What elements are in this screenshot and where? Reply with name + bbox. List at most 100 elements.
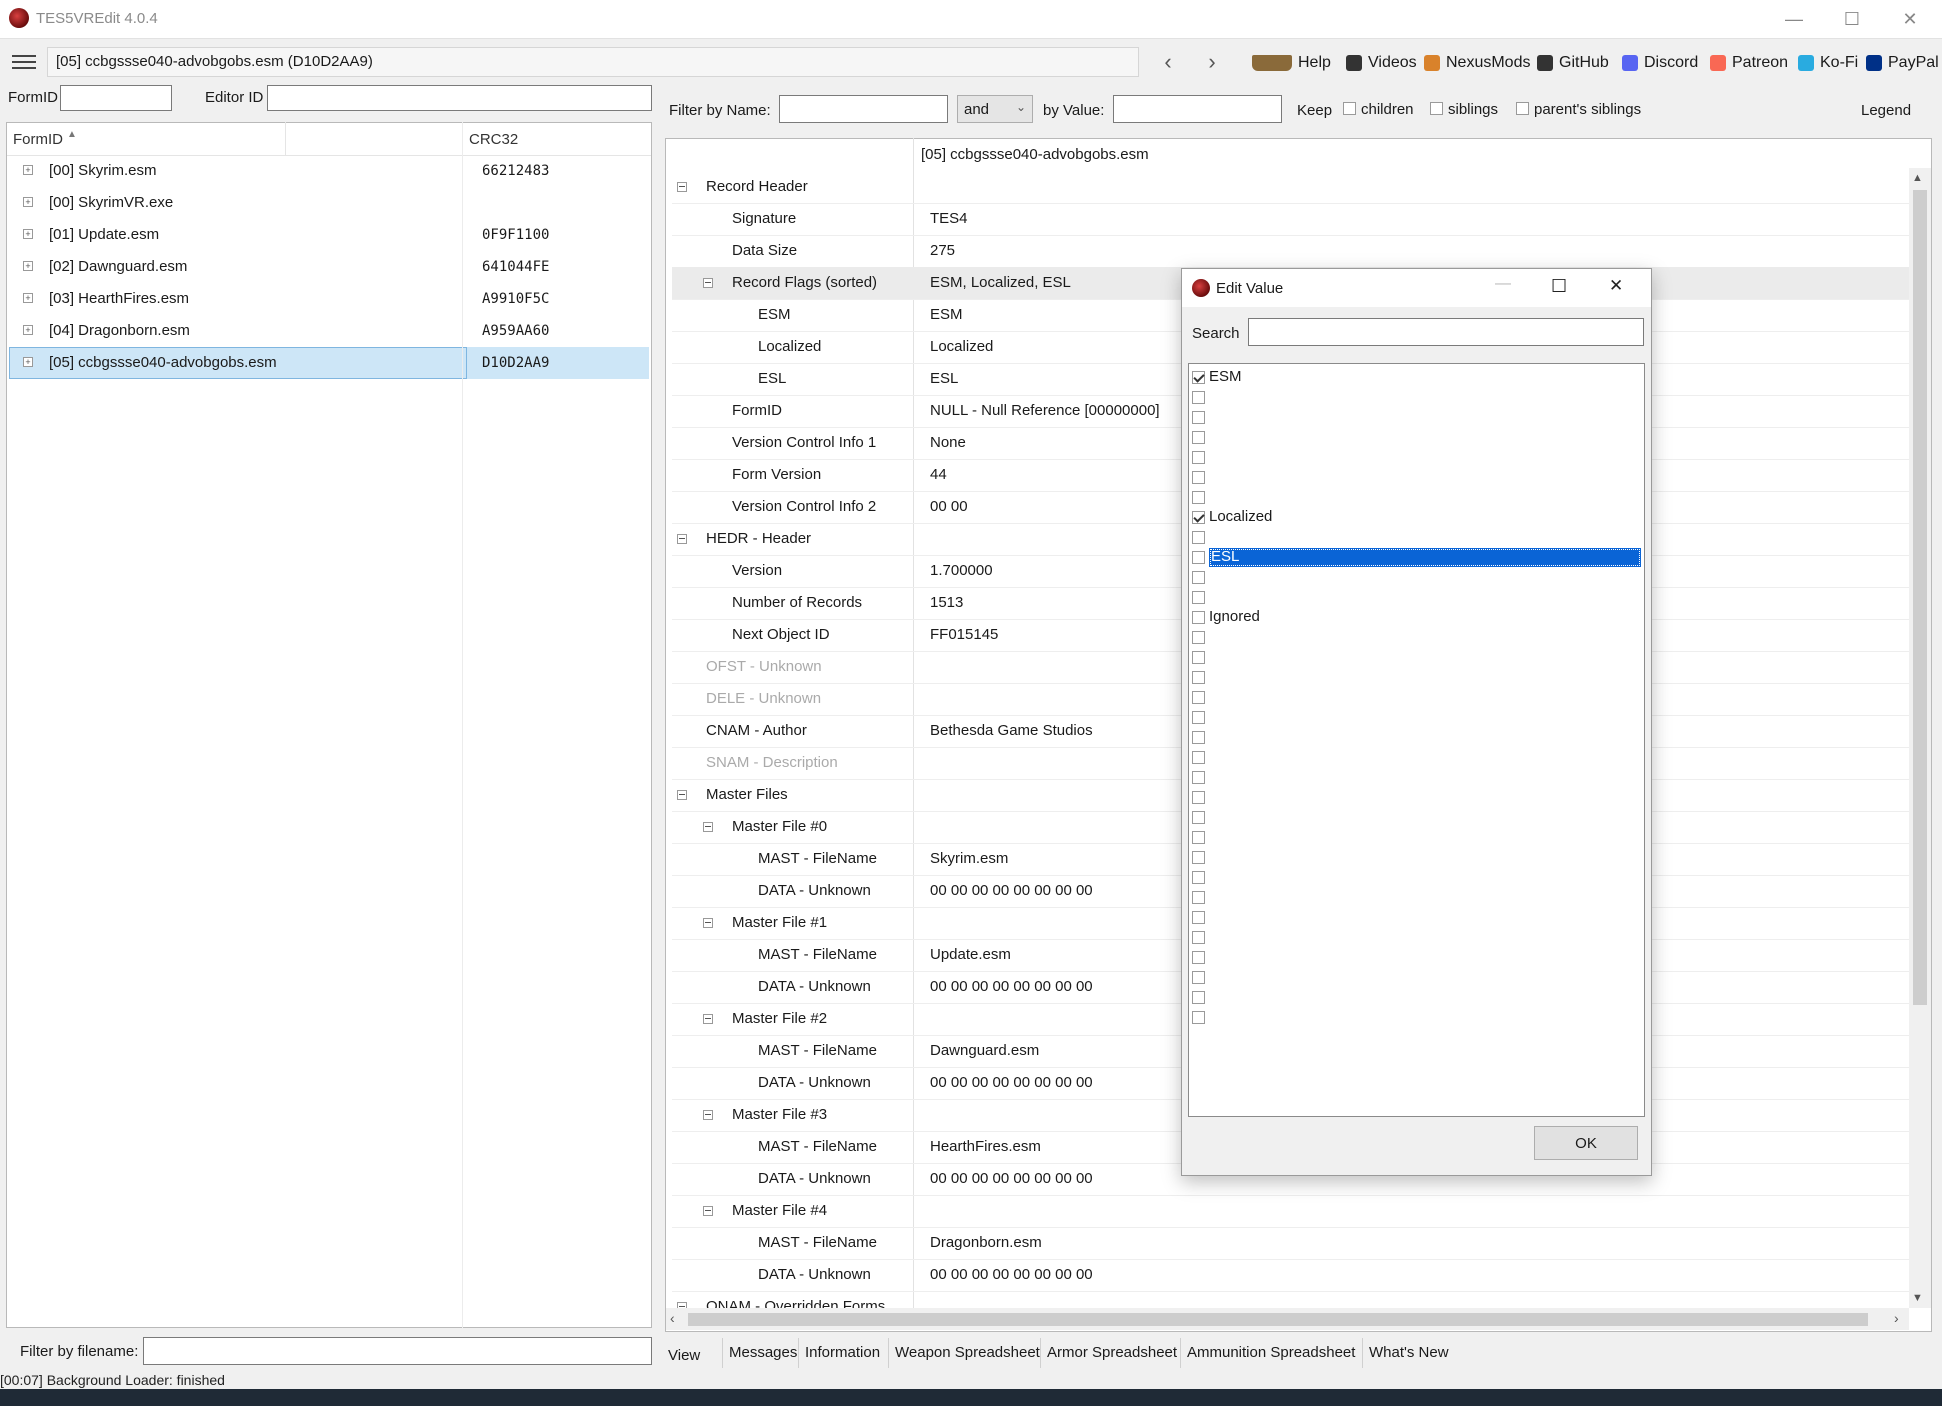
collapse-icon[interactable] xyxy=(703,1206,713,1216)
close-icon[interactable]: ✕ xyxy=(1881,0,1939,38)
flag-checkbox[interactable] xyxy=(1192,611,1205,624)
flag-checkbox[interactable] xyxy=(1192,391,1205,404)
horizontal-scroll-thumb[interactable] xyxy=(688,1313,1868,1326)
flag-checkbox[interactable] xyxy=(1192,631,1205,644)
flag-checkbox[interactable] xyxy=(1192,831,1205,844)
record-row[interactable]: Signature TES4 xyxy=(672,203,1909,236)
collapse-icon[interactable] xyxy=(677,182,687,192)
flag-checkbox[interactable] xyxy=(1192,731,1205,744)
record-row[interactable]: DATA - Unknown 00 00 00 00 00 00 00 00 xyxy=(672,1259,1909,1292)
file-row[interactable]: + [03] HearthFires.esm A9910F5C xyxy=(9,283,649,315)
scroll-right-icon[interactable]: › xyxy=(1894,1310,1899,1326)
collapse-icon[interactable] xyxy=(703,822,713,832)
flag-checkbox[interactable] xyxy=(1192,431,1205,444)
flag-checkbox[interactable] xyxy=(1192,1011,1205,1024)
flag-checkbox[interactable] xyxy=(1192,891,1205,904)
minimize-icon[interactable]: — xyxy=(1495,275,1511,293)
tab-armor-spreadsheet[interactable]: Armor Spreadsheet xyxy=(1040,1338,1183,1368)
scroll-left-icon[interactable]: ‹ xyxy=(670,1310,675,1326)
expand-icon[interactable]: + xyxy=(23,165,33,175)
collapse-icon[interactable] xyxy=(677,790,687,800)
tab-ammunition-spreadsheet[interactable]: Ammunition Spreadsheet xyxy=(1180,1338,1361,1368)
filter-operator-select[interactable]: and ⌄ xyxy=(957,95,1033,123)
forward-arrow-icon[interactable]: › xyxy=(1194,46,1230,78)
minimize-icon[interactable]: — xyxy=(1765,0,1823,38)
tab-information[interactable]: Information xyxy=(798,1338,886,1368)
toolbar-link-patreon[interactable]: Patreon xyxy=(1710,52,1788,74)
file-row[interactable]: + [00] SkyrimVR.exe xyxy=(9,187,649,219)
keep-parents-siblings-checkbox[interactable] xyxy=(1516,102,1529,115)
flag-label[interactable]: Localized xyxy=(1209,508,1272,525)
back-arrow-icon[interactable]: ‹ xyxy=(1150,46,1186,78)
collapse-icon[interactable] xyxy=(703,278,713,288)
toolbar-link-discord[interactable]: Discord xyxy=(1622,52,1698,74)
tab-what-s-new[interactable]: What's New xyxy=(1362,1338,1455,1368)
expand-icon[interactable]: + xyxy=(23,325,33,335)
collapse-icon[interactable] xyxy=(677,534,687,544)
maximize-icon[interactable]: ☐ xyxy=(1551,276,1567,297)
tab-weapon-spreadsheet[interactable]: Weapon Spreadsheet xyxy=(888,1338,1046,1368)
flag-checkbox[interactable] xyxy=(1192,591,1205,604)
flag-checkbox[interactable] xyxy=(1192,911,1205,924)
filter-value-input[interactable] xyxy=(1113,95,1282,123)
flag-checkbox[interactable] xyxy=(1192,371,1205,384)
expand-icon[interactable]: + xyxy=(23,357,33,367)
flag-checkbox[interactable] xyxy=(1192,931,1205,944)
toolbar-link-github[interactable]: GitHub xyxy=(1537,52,1609,74)
toolbar-link-nexusmods[interactable]: NexusMods xyxy=(1424,52,1530,74)
file-row[interactable]: + [01] Update.esm 0F9F1100 xyxy=(9,219,649,251)
editorid-input[interactable] xyxy=(267,85,652,111)
expand-icon[interactable]: + xyxy=(23,293,33,303)
record-row[interactable]: Data Size 275 xyxy=(672,235,1909,268)
legend-button[interactable]: Legend xyxy=(1861,102,1911,119)
record-row[interactable]: Record Header xyxy=(672,171,1909,204)
flags-checklist[interactable]: ESM Localized ESL Ignored xyxy=(1188,363,1645,1117)
column-divider[interactable] xyxy=(462,122,463,1328)
flag-checkbox[interactable] xyxy=(1192,991,1205,1004)
toolbar-link-videos[interactable]: Videos xyxy=(1346,52,1417,74)
tab-view[interactable]: View xyxy=(662,1341,706,1371)
flag-checkbox[interactable] xyxy=(1192,411,1205,424)
file-tree[interactable]: FormID ▲ CRC32 + [00] Skyrim.esm 66212483 +… xyxy=(6,122,652,1328)
maximize-icon[interactable]: ☐ xyxy=(1823,0,1881,38)
keep-children-checkbox[interactable] xyxy=(1343,102,1356,115)
formid-input[interactable] xyxy=(60,85,172,111)
flag-checkbox[interactable] xyxy=(1192,651,1205,664)
toolbar-link-help[interactable]: Help xyxy=(1252,52,1331,74)
file-row[interactable]: + [02] Dawnguard.esm 641044FE xyxy=(9,251,649,283)
flag-checkbox[interactable] xyxy=(1192,471,1205,484)
expand-icon[interactable]: + xyxy=(23,197,33,207)
flag-checkbox[interactable] xyxy=(1192,771,1205,784)
record-row[interactable]: MAST - FileName Dragonborn.esm xyxy=(672,1227,1909,1260)
scroll-down-icon[interactable]: ▼ xyxy=(1912,1292,1923,1304)
toolbar-link-ko-fi[interactable]: Ko-Fi xyxy=(1798,52,1858,74)
column-crc32[interactable]: CRC32 xyxy=(469,131,518,148)
file-row[interactable]: + [04] Dragonborn.esm A959AA60 xyxy=(9,315,649,347)
column-divider[interactable] xyxy=(285,122,286,156)
collapse-icon[interactable] xyxy=(703,1014,713,1024)
file-row[interactable]: + [05] ccbgssse040-advobgobs.esm D10D2AA9 xyxy=(9,347,649,379)
flag-checkbox[interactable] xyxy=(1192,951,1205,964)
record-row[interactable]: Master File #4 xyxy=(672,1195,1909,1228)
flag-checkbox[interactable] xyxy=(1192,971,1205,984)
hamburger-menu-icon[interactable] xyxy=(12,55,36,69)
toolbar-link-paypal[interactable]: PayPal xyxy=(1866,52,1939,74)
flag-checkbox[interactable] xyxy=(1192,791,1205,804)
scroll-up-icon[interactable]: ▲ xyxy=(1912,172,1923,184)
flag-checkbox[interactable] xyxy=(1192,551,1205,564)
flag-checkbox[interactable] xyxy=(1192,691,1205,704)
flag-checkbox[interactable] xyxy=(1192,491,1205,504)
filter-filename-input[interactable] xyxy=(143,1337,652,1365)
collapse-icon[interactable] xyxy=(703,1110,713,1120)
flag-checkbox[interactable] xyxy=(1192,531,1205,544)
flag-checkbox[interactable] xyxy=(1192,671,1205,684)
flag-checkbox[interactable] xyxy=(1192,511,1205,524)
flag-checkbox[interactable] xyxy=(1192,571,1205,584)
file-row[interactable]: + [00] Skyrim.esm 66212483 xyxy=(9,155,649,187)
ok-button[interactable]: OK xyxy=(1534,1126,1638,1160)
close-icon[interactable]: ✕ xyxy=(1609,276,1623,296)
expand-icon[interactable]: + xyxy=(23,229,33,239)
expand-icon[interactable]: + xyxy=(23,261,33,271)
collapse-icon[interactable] xyxy=(703,918,713,928)
record-path-field[interactable]: [05] ccbgssse040-advobgobs.esm (D10D2AA9… xyxy=(47,47,1139,77)
